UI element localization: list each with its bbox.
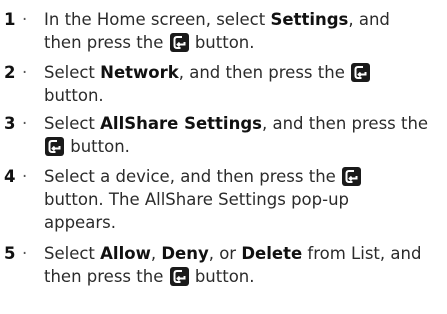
option-delete: Delete [241,244,303,263]
step-text: Select AllShare Settings, and then press… [44,112,444,158]
step-text-part: from List, and [302,244,422,263]
option-allow: Allow [100,244,151,263]
step-text-part: , and then press the [178,63,351,82]
step-text-part: then press the [44,33,169,52]
step-text-part: , or [208,244,242,263]
step-text-part: Select a device, and then press the [44,167,342,186]
menu-item-settings: Settings [270,10,349,29]
enter-button-icon [169,33,189,52]
step-bullet: · [22,63,28,82]
step-text-part: , and then press the [261,114,429,133]
menu-item-allshare-settings: AllShare Settings [100,114,262,133]
step-text-part: button. [189,267,255,286]
step-number: 1 [4,10,16,29]
step-text-part: then press the [44,267,169,286]
step-text: Select a device, and then press the butt… [44,165,444,234]
step-bullet: · [22,167,28,186]
option-deny: Deny [161,244,209,263]
enter-button-icon [45,137,64,156]
step-number: 2 [4,63,16,82]
step-number: 3 [4,114,16,133]
step-text-part: Select [44,114,101,133]
step-text-part: appears. [44,213,116,232]
step-number: 4 [4,167,16,186]
step-text-part: Select [44,244,101,263]
step-text-part: , and [348,10,390,29]
enter-button-icon [351,63,371,82]
enter-button-icon [169,267,189,286]
step-text-part: Select [44,63,101,82]
instruction-steps: 1 · In the Home screen, select Settings,… [0,0,447,314]
step-text: Select Network, and then press the butto… [44,61,444,107]
step-text-part: In the Home screen, select [44,10,271,29]
step-number: 5 [4,244,16,263]
step-bullet: · [22,114,28,133]
menu-item-network: Network [100,63,179,82]
step-text-part: button. [65,137,130,156]
step-text-part: button. [189,33,255,52]
step-text-part: button. The AllShare Settings pop-up [44,190,350,209]
step-text-part: , [150,244,162,263]
step-text: In the Home screen, select Settings, and… [44,8,444,54]
step-bullet: · [22,10,28,29]
step-text-part: button. [44,86,104,105]
step-text: Select Allow, Deny, or Delete from List,… [44,242,444,288]
step-bullet: · [22,244,28,263]
enter-button-icon [342,167,362,186]
